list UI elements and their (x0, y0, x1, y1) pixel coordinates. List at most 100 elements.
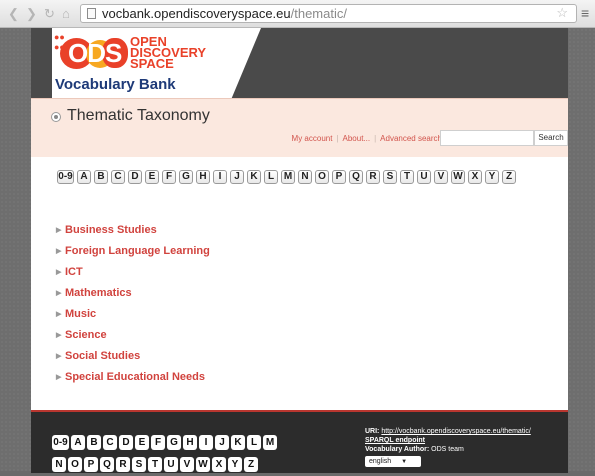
language-select[interactable]: english ▼ (365, 456, 421, 467)
arrow-right-icon: ▶ (56, 332, 62, 339)
footer-letter-r[interactable]: R (116, 457, 130, 472)
search-input[interactable] (440, 130, 534, 146)
footer-letter-f[interactable]: F (151, 435, 165, 450)
letter-u[interactable]: U (417, 170, 431, 184)
topic-item[interactable]: ▶ Social Studies (56, 350, 210, 371)
footer-letter-a[interactable]: A (71, 435, 85, 450)
menu-icon[interactable]: ≡ (581, 5, 589, 21)
letter-y[interactable]: Y (485, 170, 499, 184)
letter-d[interactable]: D (128, 170, 142, 184)
letter-h[interactable]: H (196, 170, 210, 184)
footer-letter-i[interactable]: I (199, 435, 213, 450)
uri-link[interactable]: http://vocbank.opendiscoveryspace.eu/the… (381, 428, 530, 435)
url-path: /thematic/ (290, 6, 347, 21)
letter-l[interactable]: L (264, 170, 278, 184)
letter-0-9[interactable]: 0-9 (57, 170, 74, 184)
arrow-right-icon: ▶ (56, 290, 62, 297)
topic-item[interactable]: ▶ Science (56, 329, 210, 350)
footer-letter-v[interactable]: V (180, 457, 194, 472)
topic-label[interactable]: Social Studies (65, 350, 140, 362)
site-header: ●●●●● ODS OPEN DISCOVERY SPACE Vocabular… (31, 28, 568, 98)
topic-label[interactable]: ICT (65, 266, 83, 278)
footer-letter-c[interactable]: C (103, 435, 117, 450)
letter-x[interactable]: X (468, 170, 482, 184)
letter-f[interactable]: F (162, 170, 176, 184)
footer-letter-n[interactable]: N (52, 457, 66, 472)
uri-label: URI: (365, 428, 380, 435)
topic-item[interactable]: ▶ Mathematics (56, 287, 210, 308)
footer-letter-d[interactable]: D (119, 435, 133, 450)
letter-r[interactable]: R (366, 170, 380, 184)
home-icon[interactable]: ⌂ (62, 6, 70, 22)
search-button[interactable]: Search (534, 130, 568, 146)
browser-toolbar: ❮ ❯ ↻ ⌂ vocbank.opendiscoveryspace.eu/th… (0, 0, 595, 28)
letter-j[interactable]: J (230, 170, 244, 184)
author-label: Vocabulary Author: (365, 446, 430, 453)
letter-q[interactable]: Q (349, 170, 363, 184)
title-band: Thematic Taxonomy My account | About... | Ad… (31, 98, 568, 157)
topic-item[interactable]: ▶ Special Educational Needs (56, 371, 210, 392)
topic-label[interactable]: Mathematics (65, 287, 132, 299)
footer-letter-x[interactable]: X (212, 457, 226, 472)
footer-letter-o[interactable]: O (68, 457, 82, 472)
footer-letter-j[interactable]: J (215, 435, 229, 450)
letter-c[interactable]: C (111, 170, 125, 184)
footer-letter-m[interactable]: M (263, 435, 277, 450)
letter-g[interactable]: G (179, 170, 193, 184)
letter-v[interactable]: V (434, 170, 448, 184)
letter-s[interactable]: S (383, 170, 397, 184)
bookmark-star-icon[interactable]: ☆ (556, 5, 568, 21)
letter-t[interactable]: T (400, 170, 414, 184)
topic-list: ▶ Business Studies ▶ Foreign Language Learn… (56, 224, 210, 392)
letter-m[interactable]: M (281, 170, 295, 184)
footer-letter-p[interactable]: P (84, 457, 98, 472)
footer-letter-b[interactable]: B (87, 435, 101, 450)
chevron-down-icon: ▼ (401, 459, 408, 465)
topic-label[interactable]: Science (65, 329, 107, 341)
topic-label[interactable]: Music (65, 308, 96, 320)
letter-p[interactable]: P (332, 170, 346, 184)
topic-item[interactable]: ▶ Foreign Language Learning (56, 245, 210, 266)
topic-item[interactable]: ▶ Business Studies (56, 224, 210, 245)
my-account-link[interactable]: My account (292, 134, 333, 143)
forward-icon[interactable]: ❯ (26, 6, 37, 22)
top-links: My account | About... | Advanced search (292, 134, 442, 143)
footer-letter-u[interactable]: U (164, 457, 178, 472)
topic-label[interactable]: Business Studies (65, 224, 157, 236)
topic-label[interactable]: Foreign Language Learning (65, 245, 210, 257)
footer-letter-e[interactable]: E (135, 435, 149, 450)
footer-letter-0-9[interactable]: 0-9 (52, 435, 69, 450)
footer-letter-h[interactable]: H (183, 435, 197, 450)
letter-i[interactable]: I (213, 170, 227, 184)
letter-e[interactable]: E (145, 170, 159, 184)
back-icon[interactable]: ❮ (8, 6, 19, 22)
letter-z[interactable]: Z (502, 170, 516, 184)
reload-icon[interactable]: ↻ (44, 6, 55, 22)
footer-letter-g[interactable]: G (167, 435, 181, 450)
letter-o[interactable]: O (315, 170, 329, 184)
arrow-right-icon: ▶ (56, 353, 62, 360)
logo[interactable]: ●●●●● ODS OPEN DISCOVERY SPACE Vocabular… (52, 28, 261, 98)
topic-label[interactable]: Special Educational Needs (65, 371, 205, 383)
footer-letter-y[interactable]: Y (228, 457, 242, 472)
footer-letter-t[interactable]: T (148, 457, 162, 472)
footer-letter-k[interactable]: K (231, 435, 245, 450)
arrow-right-icon: ▶ (56, 248, 62, 255)
footer-letter-z[interactable]: Z (244, 457, 258, 472)
footer-letter-q[interactable]: Q (100, 457, 114, 472)
letter-a[interactable]: A (77, 170, 91, 184)
footer-letter-l[interactable]: L (247, 435, 261, 450)
letter-w[interactable]: W (451, 170, 465, 184)
advanced-search-link[interactable]: Advanced search (380, 134, 442, 143)
sparql-link[interactable]: SPARQL endpoint (365, 437, 425, 444)
letter-b[interactable]: B (94, 170, 108, 184)
topic-item[interactable]: ▶ ICT (56, 266, 210, 287)
letter-k[interactable]: K (247, 170, 261, 184)
address-bar[interactable]: vocbank.opendiscoveryspace.eu/thematic/ … (80, 4, 577, 23)
url-text[interactable]: vocbank.opendiscoveryspace.eu/thematic/ (102, 6, 347, 22)
about-link[interactable]: About... (343, 134, 371, 143)
footer-letter-w[interactable]: W (196, 457, 210, 472)
topic-item[interactable]: ▶ Music (56, 308, 210, 329)
footer-letter-s[interactable]: S (132, 457, 146, 472)
letter-n[interactable]: N (298, 170, 312, 184)
